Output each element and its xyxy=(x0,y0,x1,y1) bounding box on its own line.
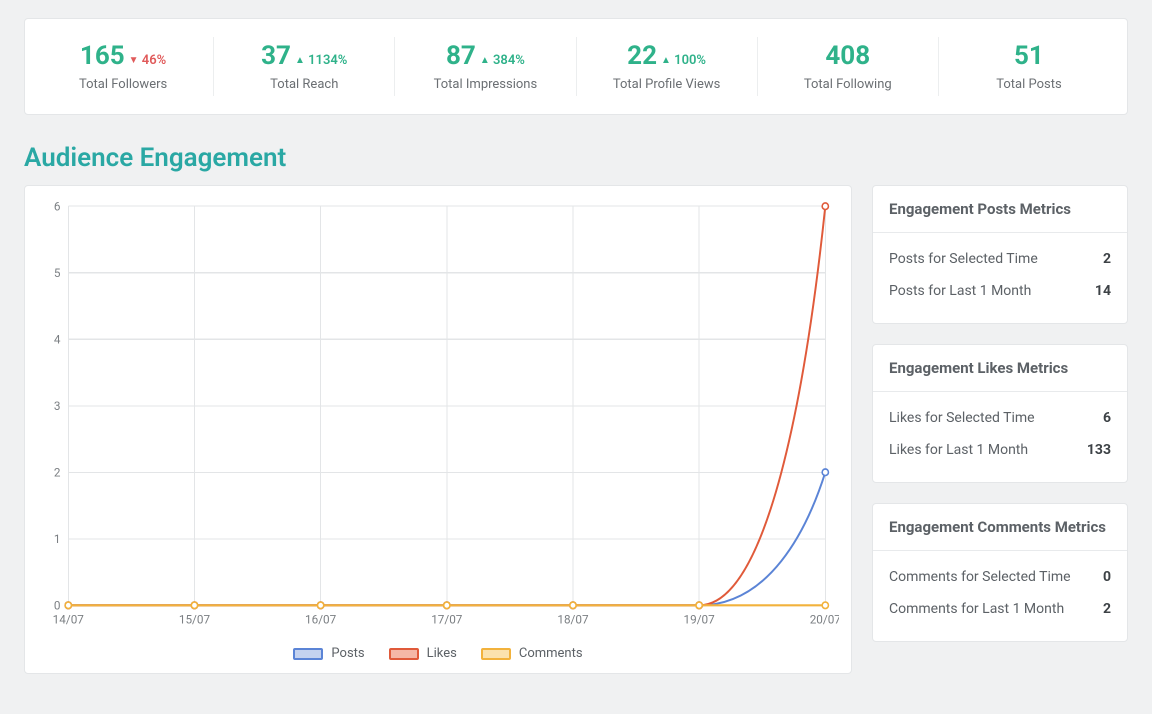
metric-card-title: Engagement Posts Metrics xyxy=(873,186,1127,233)
stat-value: 165 xyxy=(80,41,125,71)
x-tick-label: 15/07 xyxy=(179,612,210,626)
stat-cell: 37 ▲ 1134% Total Reach xyxy=(214,37,395,96)
x-tick-label: 18/07 xyxy=(557,612,588,626)
series-point xyxy=(696,602,702,609)
x-tick-label: 14/07 xyxy=(53,612,84,626)
y-tick-label: 6 xyxy=(54,199,61,213)
chart-legend: Posts Likes Comments xyxy=(37,646,839,661)
stat-label: Total Reach xyxy=(222,77,386,92)
section-title: Audience Engagement xyxy=(24,143,1128,173)
metric-label: Posts for Selected Time xyxy=(889,251,1038,267)
stat-label: Total Following xyxy=(766,77,930,92)
metric-card: Engagement Comments Metrics Comments for … xyxy=(872,503,1128,642)
stat-cell: 87 ▲ 384% Total Impressions xyxy=(395,37,576,96)
series-point xyxy=(318,602,324,609)
series-point xyxy=(191,602,197,609)
metric-value: 6 xyxy=(1103,410,1111,426)
metric-value: 133 xyxy=(1087,442,1111,458)
metric-card-title: Engagement Comments Metrics xyxy=(873,504,1127,551)
legend-label: Posts xyxy=(331,646,364,661)
stat-delta: ▲ 384% xyxy=(480,53,525,68)
x-tick-label: 19/07 xyxy=(684,612,715,626)
series-point xyxy=(444,602,450,609)
stat-cell: 51 Total Posts xyxy=(939,37,1119,96)
metric-row: Comments for Last 1 Month 2 xyxy=(889,593,1111,625)
summary-stats-card: 165 ▼ 46% Total Followers 37 ▲ 1134% Total Re… xyxy=(24,18,1128,115)
metric-label: Posts for Last 1 Month xyxy=(889,283,1031,299)
metric-label: Comments for Selected Time xyxy=(889,569,1071,585)
series-point xyxy=(822,469,828,476)
engagement-chart-card: 0 1 2 3 4 5 6 14/07 15/07 16/07 17/07 18/07 19/07 20/… xyxy=(24,185,852,674)
y-tick-label: 4 xyxy=(54,332,61,346)
stat-delta: ▲ 100% xyxy=(661,53,706,68)
stat-value: 51 xyxy=(1014,41,1044,71)
legend-swatch xyxy=(293,648,323,660)
metric-value: 0 xyxy=(1103,569,1111,585)
legend-item[interactable]: Posts xyxy=(293,646,364,661)
stat-value: 87 xyxy=(446,41,476,71)
series-point xyxy=(570,602,576,609)
stat-label: Total Posts xyxy=(947,77,1111,92)
series-point xyxy=(822,602,828,609)
engagement-chart: 0 1 2 3 4 5 6 14/07 15/07 16/07 17/07 18/07 19/07 20/… xyxy=(37,196,839,636)
y-tick-label: 2 xyxy=(54,465,61,479)
stat-label: Total Followers xyxy=(41,77,205,92)
caret-down-icon: ▼ xyxy=(129,55,139,66)
y-tick-label: 3 xyxy=(54,399,61,413)
y-tick-label: 0 xyxy=(54,598,61,612)
metric-card: Engagement Likes Metrics Likes for Select… xyxy=(872,344,1128,483)
stat-cell: 408 Total Following xyxy=(758,37,939,96)
metric-label: Comments for Last 1 Month xyxy=(889,601,1064,617)
metric-label: Likes for Selected Time xyxy=(889,410,1035,426)
legend-label: Comments xyxy=(519,646,583,661)
y-tick-label: 5 xyxy=(54,266,61,280)
series-point xyxy=(65,602,71,609)
metric-value: 2 xyxy=(1103,251,1111,267)
metric-label: Likes for Last 1 Month xyxy=(889,442,1028,458)
legend-item[interactable]: Likes xyxy=(389,646,457,661)
stat-label: Total Profile Views xyxy=(585,77,749,92)
metric-card-title: Engagement Likes Metrics xyxy=(873,345,1127,392)
y-tick-label: 1 xyxy=(54,532,61,546)
legend-label: Likes xyxy=(427,646,457,661)
x-tick-label: 17/07 xyxy=(431,612,462,626)
metric-value: 14 xyxy=(1095,283,1111,299)
legend-swatch xyxy=(481,648,511,660)
stat-delta: ▲ 1134% xyxy=(295,53,347,68)
metric-row: Likes for Last 1 Month 133 xyxy=(889,434,1111,466)
metric-row: Posts for Last 1 Month 14 xyxy=(889,275,1111,307)
caret-up-icon: ▲ xyxy=(661,55,671,66)
stat-delta: ▼ 46% xyxy=(129,53,167,68)
stat-value: 408 xyxy=(825,41,870,71)
stat-value: 22 xyxy=(627,41,657,71)
stat-value: 37 xyxy=(261,41,291,71)
caret-up-icon: ▲ xyxy=(295,55,305,66)
series-point xyxy=(822,203,828,210)
x-tick-label: 16/07 xyxy=(305,612,336,626)
metric-row: Comments for Selected Time 0 xyxy=(889,561,1111,593)
metric-value: 2 xyxy=(1103,601,1111,617)
metric-card: Engagement Posts Metrics Posts for Select… xyxy=(872,185,1128,324)
stat-cell: 22 ▲ 100% Total Profile Views xyxy=(577,37,758,96)
stat-cell: 165 ▼ 46% Total Followers xyxy=(33,37,214,96)
metric-row: Likes for Selected Time 6 xyxy=(889,402,1111,434)
caret-up-icon: ▲ xyxy=(480,55,490,66)
legend-item[interactable]: Comments xyxy=(481,646,583,661)
metric-row: Posts for Selected Time 2 xyxy=(889,243,1111,275)
stat-label: Total Impressions xyxy=(403,77,567,92)
x-tick-label: 20/07 xyxy=(810,612,839,626)
legend-swatch xyxy=(389,648,419,660)
